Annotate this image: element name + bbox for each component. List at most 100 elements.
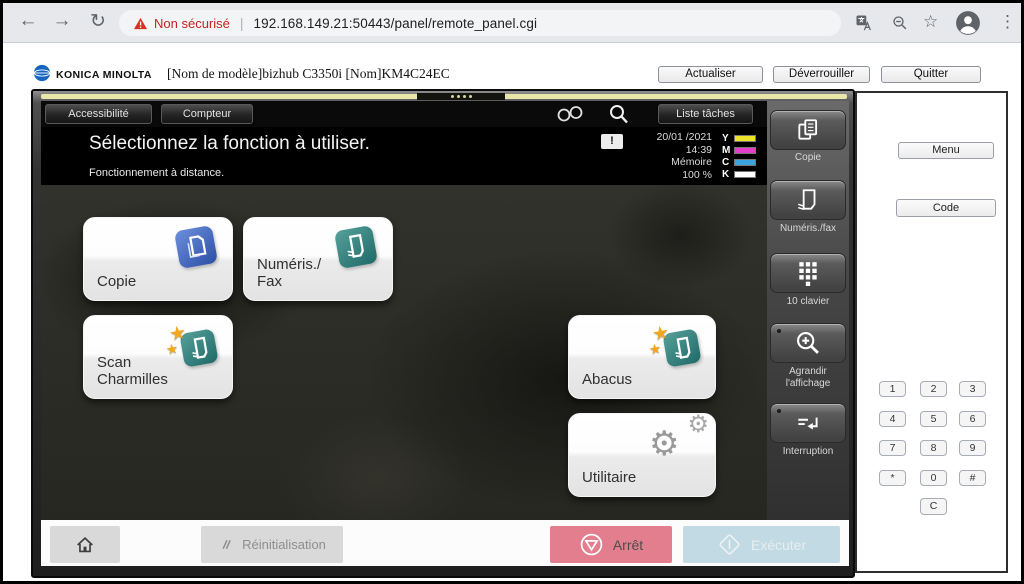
reset-label: Réinitialisation (242, 537, 326, 552)
interrupt-icon (794, 411, 822, 435)
accessibility-button[interactable]: Accessibilité (45, 104, 152, 124)
side-key-interruption[interactable] (770, 403, 846, 443)
screenshot-root: ← → ↻ Non sécurisé | 192.168.149.21:5044… (0, 0, 1024, 584)
zoom-out-icon[interactable] (891, 14, 909, 32)
bezel-notch (417, 93, 505, 100)
toner-levels: Y M C K (722, 132, 756, 180)
side-key-column: Copie Numéris./fax (767, 101, 849, 520)
fn-button-label: Copie (97, 273, 136, 290)
side-key-label: Agrandir l'affichage (767, 366, 849, 390)
lcd-screen: Accessibilité Compteur Liste tâches Séle… (41, 101, 767, 520)
keypad-0[interactable]: 0 (920, 470, 947, 486)
side-key-10-clavier[interactable] (770, 253, 846, 293)
side-key-label: 10 clavier (767, 296, 849, 308)
keypad-8[interactable]: 8 (920, 440, 947, 456)
scan-fax-icon (332, 225, 380, 273)
keypad-hash[interactable]: # (959, 470, 986, 486)
status-area: Sélectionnez la fonction à utiliser. Fon… (41, 127, 767, 185)
search-icon[interactable] (607, 103, 631, 125)
keypad-star[interactable]: * (879, 470, 906, 486)
keypad-2[interactable]: 2 (920, 381, 947, 397)
refresh-button[interactable]: Actualiser (658, 66, 763, 83)
toner-bar-cyan (734, 159, 756, 166)
gears-icon: ⚙ ⚙ (649, 416, 707, 464)
reset-button[interactable]: Réinitialisation (201, 526, 343, 563)
alert-icon[interactable]: ! (601, 134, 623, 149)
fn-button-scan-charmilles[interactable]: ★ ★ ScanCharmilles (83, 315, 233, 399)
profile-avatar[interactable] (955, 10, 981, 36)
memory-label: Mémoire (657, 156, 712, 169)
browser-menu-icon[interactable]: ⋮ (999, 12, 1016, 32)
reset-slash-icon (218, 537, 233, 552)
fn-button-label: Numéris./Fax (257, 256, 321, 290)
address-bar[interactable]: Non sécurisé | 192.168.149.21:50443/pane… (119, 10, 841, 36)
toner-bar-black (734, 171, 756, 178)
keypad-6[interactable]: 6 (959, 411, 986, 427)
fn-button-copie[interactable]: Copie (83, 217, 233, 301)
task-list-button[interactable]: Liste tâches (658, 104, 753, 124)
status-time: 14:39 (657, 144, 712, 157)
side-key-copie[interactable] (770, 110, 846, 150)
security-warning[interactable]: Non sécurisé (154, 16, 230, 31)
memory-value: 100 % (657, 169, 712, 182)
toner-row-k: K (722, 168, 756, 180)
forward-icon[interactable]: → (49, 10, 75, 32)
registered-app-icon: ★ ★ (172, 323, 220, 371)
reload-icon[interactable]: ↻ (85, 10, 111, 33)
toner-bar-magenta (734, 147, 756, 154)
toner-label: M (722, 145, 731, 156)
quit-button[interactable]: Quitter (881, 66, 981, 83)
stop-icon (579, 532, 604, 557)
translate-icon[interactable] (855, 14, 873, 32)
fn-button-label: Abacus (582, 371, 632, 388)
toner-label: Y (722, 133, 731, 144)
status-subtitle: Fonctionnement à distance. (89, 167, 224, 179)
start-label: Exécuter (751, 537, 806, 553)
fn-button-label: ScanCharmilles (97, 354, 168, 388)
keypad-clear[interactable]: C (920, 498, 947, 515)
start-button[interactable]: Exécuter (683, 526, 840, 563)
side-key-label: Copie (767, 152, 849, 164)
keypad-3[interactable]: 3 (959, 381, 986, 397)
led-indicator (777, 409, 781, 413)
counter-button[interactable]: Compteur (161, 104, 253, 124)
magnifier-plus-icon (794, 329, 822, 357)
keypad-7[interactable]: 7 (879, 440, 906, 456)
fn-button-abacus[interactable]: ★ ★ Abacus (568, 315, 716, 399)
home-button[interactable] (50, 526, 120, 563)
toner-bar-yellow (734, 135, 756, 142)
bookmark-star-icon[interactable]: ☆ (923, 12, 938, 32)
star-icon: ★ (647, 340, 662, 359)
lcd-bezel: Accessibilité Compteur Liste tâches Séle… (31, 89, 855, 578)
toner-row-c: C (722, 156, 756, 168)
side-key-label: Numéris./fax (767, 223, 849, 235)
side-key-numeris-fax[interactable] (770, 180, 846, 220)
back-icon[interactable]: ← (15, 10, 41, 32)
keypad-4[interactable]: 4 (879, 411, 906, 427)
keypad-1[interactable]: 1 (879, 381, 906, 397)
fn-button-numeris-fax[interactable]: Numéris./Fax (243, 217, 393, 301)
omnibox-separator: | (240, 15, 244, 31)
registered-app-icon: ★ ★ (655, 323, 703, 371)
keypad-5[interactable]: 5 (920, 411, 947, 427)
konica-minolta-logo (33, 64, 51, 82)
brand-name: KONICA MINOLTA (56, 69, 152, 81)
copy-pages-icon (795, 117, 821, 143)
url-text[interactable]: 192.168.149.21:50443/panel/remote_panel.… (254, 16, 538, 31)
code-button[interactable]: Code (896, 199, 996, 217)
keypad-9[interactable]: 9 (959, 440, 986, 456)
side-key-agrandir[interactable] (770, 323, 846, 363)
fn-button-utilitaire[interactable]: ⚙ ⚙ Utilitaire (568, 413, 716, 497)
warning-icon (133, 17, 148, 30)
menu-button[interactable]: Menu (898, 142, 994, 159)
unlock-button[interactable]: Déverrouiller (773, 66, 870, 83)
device-info: [Nom de modèle]bizhub C3350i [Nom]KM4C24… (167, 66, 450, 82)
glasses-icon[interactable] (555, 103, 585, 125)
stop-button[interactable]: Arrêt (550, 526, 672, 563)
status-title: Sélectionnez la fonction à utiliser. (89, 133, 370, 155)
fn-button-label: Utilitaire (582, 469, 636, 486)
system-info: 20/01 /2021 14:39 Mémoire 100 % (657, 131, 712, 181)
led-indicator (777, 329, 781, 333)
toner-row-y: Y (722, 132, 756, 144)
toner-label: C (722, 157, 731, 168)
